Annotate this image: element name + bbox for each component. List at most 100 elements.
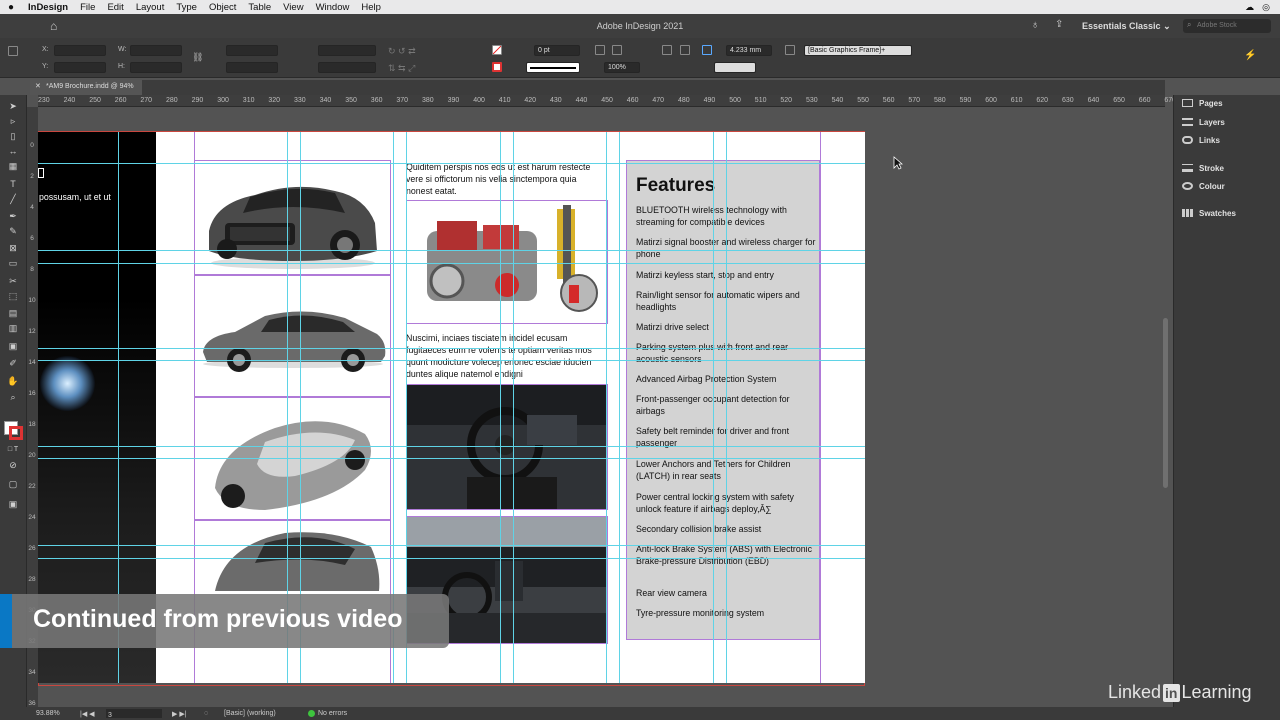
auto-fit-icon[interactable] <box>702 45 712 55</box>
selection-tool-icon[interactable]: ➤ <box>7 101 19 111</box>
guide-line[interactable] <box>513 132 514 683</box>
engine-image-frame[interactable] <box>406 200 608 324</box>
w-field[interactable] <box>130 45 182 56</box>
page-nav-prev-icon[interactable]: |◀ ◀ <box>80 710 95 718</box>
drop-shadow-icon[interactable] <box>612 45 622 55</box>
shear-field[interactable] <box>318 62 376 73</box>
zoom-level[interactable]: 93.88% <box>36 710 60 717</box>
scissors-tool-icon[interactable]: ✂ <box>7 276 19 286</box>
pen-tool-icon[interactable]: ✒ <box>7 211 19 221</box>
middle-paragraph-2[interactable]: Nuscimi, inciaes tisciatem incidel ecusa… <box>406 332 606 380</box>
scale-y-field[interactable] <box>226 62 278 73</box>
cloud-icon[interactable]: ☁ <box>1245 2 1254 13</box>
pages-panel-tab[interactable]: Pages <box>1182 97 1223 109</box>
guide-line[interactable] <box>38 545 865 546</box>
layers-panel-tab[interactable]: Layers <box>1182 116 1225 128</box>
page-tool-icon[interactable]: ▯ <box>7 131 19 141</box>
share-icon[interactable]: ⇪ <box>1055 19 1063 30</box>
content-collector-icon[interactable]: ▦ <box>7 161 19 171</box>
guide-line[interactable] <box>38 163 865 164</box>
object-style-dropdown[interactable]: [Basic Graphics Frame]+ <box>804 45 912 56</box>
stroke-color-swatch[interactable] <box>9 426 23 440</box>
corner-shape-field[interactable] <box>714 62 756 73</box>
vertical-scrollbar[interactable] <box>1163 318 1168 488</box>
direct-selection-tool-icon[interactable]: ▹ <box>7 116 19 126</box>
menu-window[interactable]: Window <box>310 2 356 13</box>
frame-fitting-icon[interactable] <box>785 45 795 55</box>
pencil-tool-icon[interactable]: ✎ <box>7 226 19 236</box>
creative-cloud-icon[interactable]: ◎ <box>1262 2 1270 13</box>
rectangle-frame-tool-icon[interactable]: ⊠ <box>7 243 19 253</box>
reference-point-icon[interactable] <box>8 46 18 56</box>
rotate-field[interactable] <box>318 45 376 56</box>
stroke-weight-field[interactable]: 0 pt <box>534 45 580 56</box>
stroke-panel-tab[interactable]: Stroke <box>1182 162 1224 174</box>
guide-line[interactable] <box>38 558 865 559</box>
menu-help[interactable]: Help <box>355 2 387 13</box>
guide-line[interactable] <box>38 360 865 361</box>
guide-line[interactable] <box>38 263 865 264</box>
colour-panel-tab[interactable]: Colour <box>1182 180 1225 192</box>
guide-line[interactable] <box>713 132 714 683</box>
rectangle-tool-icon[interactable]: ▭ <box>7 258 19 268</box>
stroke-type-dropdown[interactable] <box>526 62 580 73</box>
menu-layout[interactable]: Layout <box>130 2 171 13</box>
guide-line[interactable] <box>38 348 865 349</box>
free-transform-tool-icon[interactable]: ⬚ <box>7 291 19 301</box>
line-tool-icon[interactable]: ╱ <box>7 194 19 204</box>
adobe-stock-search[interactable]: Adobe Stock <box>1183 19 1271 33</box>
flip-icons[interactable]: ⇅ ⇆ ⤢ <box>388 63 415 74</box>
document-tab[interactable]: ✕ *AM9 Brochure.indd @ 94% <box>30 80 142 95</box>
gap-tool-icon[interactable]: ↔ <box>7 146 19 156</box>
menu-app[interactable]: InDesign <box>22 2 74 13</box>
apple-icon[interactable]: ● <box>0 2 22 13</box>
h-field[interactable] <box>130 62 182 73</box>
workspace-switcher[interactable]: Essentials Classic ⌄ <box>1082 21 1171 32</box>
menu-file[interactable]: File <box>74 2 101 13</box>
links-panel-tab[interactable]: Links <box>1182 134 1220 146</box>
lightning-icon[interactable]: ⚡ <box>1244 50 1256 61</box>
guide-line[interactable] <box>38 446 865 447</box>
hand-tool-icon[interactable]: ✋ <box>7 376 19 386</box>
gradient-swatch-tool-icon[interactable]: ▤ <box>7 308 19 318</box>
page-nav-next-icon[interactable]: ▶ ▶| <box>172 710 187 718</box>
guide-line[interactable] <box>606 132 607 683</box>
scale-x-field[interactable] <box>226 45 278 56</box>
menu-type[interactable]: Type <box>170 2 203 13</box>
stroke-swatch-icon[interactable] <box>492 62 502 72</box>
guide-line[interactable] <box>619 132 620 683</box>
screen-mode-icon[interactable]: ▢ <box>7 479 19 489</box>
fx-icon[interactable] <box>595 45 605 55</box>
rotate-icons[interactable]: ↻ ↺ ⇄ <box>388 46 416 57</box>
interior-image-frame-1[interactable] <box>406 384 608 510</box>
page-number-field[interactable]: 3 <box>106 709 162 719</box>
guide-line[interactable] <box>38 250 865 251</box>
menu-view[interactable]: View <box>277 2 309 13</box>
swatches-panel-tab[interactable]: Swatches <box>1182 207 1236 219</box>
middle-paragraph-1[interactable]: Quiditem perspis nos eos ut est harum re… <box>406 161 596 197</box>
apply-none-icon[interactable]: ⊘ <box>7 460 19 470</box>
constrain-icon[interactable]: ⛓ <box>192 52 203 63</box>
menu-object[interactable]: Object <box>203 2 242 13</box>
pages-icon[interactable]: ◌ <box>204 710 208 717</box>
features-panel[interactable]: Features BLUETOOTH wireless technology w… <box>626 160 820 640</box>
guide-line[interactable] <box>38 458 865 459</box>
opacity-field[interactable]: 100% <box>604 62 640 73</box>
guide-line[interactable] <box>726 132 727 683</box>
y-field[interactable] <box>54 62 106 73</box>
lightbulb-icon[interactable]: ♁ <box>1031 19 1039 31</box>
text-wrap-icon[interactable] <box>662 45 672 55</box>
preview-mode-icon[interactable]: ▣ <box>7 499 19 509</box>
eyedropper-tool-icon[interactable]: ✐ <box>7 358 19 368</box>
fit-frame-icon[interactable] <box>680 45 690 55</box>
horizontal-ruler[interactable]: 230 240 250 260 270 280 290 300 310 320 330 340 350 3… <box>38 95 1176 107</box>
fill-swatch-icon[interactable] <box>492 45 502 55</box>
close-tab-icon[interactable]: ✕ <box>35 82 41 90</box>
car-image-frame-2[interactable] <box>194 275 391 397</box>
preflight-status[interactable]: No errors <box>318 710 347 717</box>
note-tool-icon[interactable]: ▣ <box>7 341 19 351</box>
gradient-feather-tool-icon[interactable]: ▥ <box>7 323 19 333</box>
x-field[interactable] <box>54 45 106 56</box>
gutter-field[interactable]: 4.233 mm <box>726 45 772 56</box>
car-image-frame-1[interactable] <box>194 160 391 275</box>
